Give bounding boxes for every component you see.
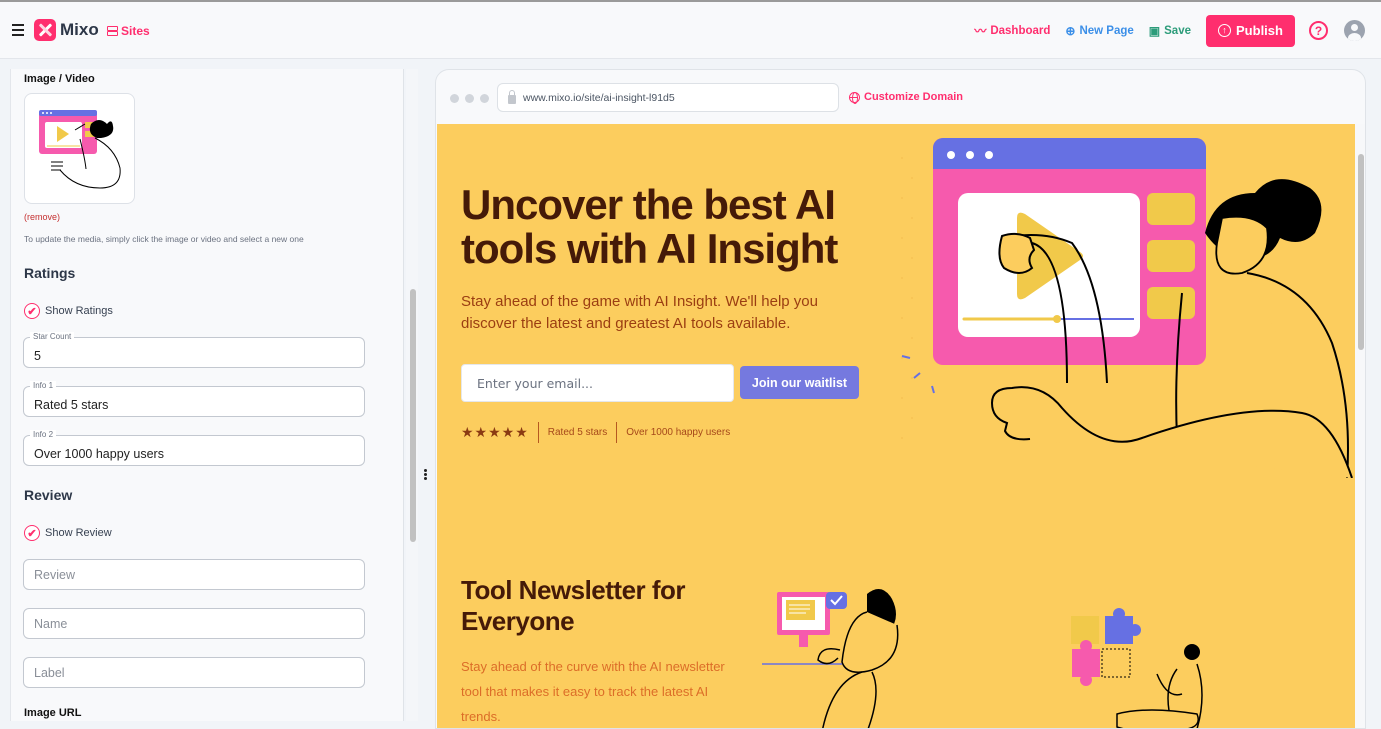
show-review-label: Show Review <box>45 527 112 539</box>
remove-media-link[interactable]: (remove) <box>24 212 60 222</box>
info2-field[interactable]: Info 2 <box>23 430 365 466</box>
mixo-logo[interactable]: Mixo <box>34 19 99 41</box>
panel-resize-handle[interactable] <box>424 469 428 481</box>
star-rating-icons: ★★★★★ <box>461 423 529 440</box>
divider <box>616 421 618 443</box>
new-page-link[interactable]: ⊕ New Page <box>1065 24 1133 38</box>
site-preview-window: www.mixo.io/site/ai-insight-l91d5 Custom… <box>435 69 1366 729</box>
star-count-field[interactable]: Star Count <box>23 332 365 368</box>
email-input[interactable] <box>461 364 734 402</box>
window-dots <box>450 94 495 103</box>
sites-icon <box>107 26 118 36</box>
label-input[interactable] <box>24 658 364 687</box>
plus-circle-icon: ⊕ <box>1065 23 1076 38</box>
globe-icon <box>849 91 860 104</box>
show-review-checkbox[interactable]: ✔ Show Review <box>24 525 112 541</box>
chart-line-icon: 〰 <box>974 24 987 38</box>
review-section-title: Review <box>24 487 73 503</box>
save-label: Save <box>1164 24 1191 37</box>
star-count-input[interactable] <box>24 338 364 367</box>
divider <box>537 421 539 443</box>
review-field[interactable] <box>23 559 365 590</box>
name-field[interactable] <box>23 608 365 639</box>
editor-panel: Image / Video (remove) To update the med… <box>10 69 404 721</box>
hero-title: Uncover the best AI tools with AI Insigh… <box>461 181 838 272</box>
publish-label: Publish <box>1236 23 1283 38</box>
hero-illustration <box>901 138 1353 478</box>
info2-input[interactable] <box>24 436 364 465</box>
publish-button[interactable]: ↑ Publish <box>1206 14 1295 47</box>
editor-scrollbar-thumb[interactable] <box>410 289 416 542</box>
customize-domain-label: Customize Domain <box>864 91 964 103</box>
customize-domain-link[interactable]: Customize Domain <box>849 91 964 104</box>
sites-link[interactable]: Sites <box>107 24 150 38</box>
section2-text: Stay ahead of the curve with the AI news… <box>461 659 725 724</box>
join-waitlist-button[interactable]: Join our waitlist <box>740 366 859 399</box>
show-ratings-checkbox[interactable]: ✔ Show Ratings <box>24 303 113 319</box>
show-ratings-label: Show Ratings <box>45 305 113 317</box>
hero-subtitle: Stay ahead of the game with AI Insight. … <box>461 293 818 332</box>
review-input[interactable] <box>24 560 364 589</box>
menu-icon[interactable] <box>12 24 24 36</box>
site-url: www.mixo.io/site/ai-insight-l91d5 <box>523 91 675 104</box>
dashboard-link[interactable]: 〰 Dashboard <box>974 22 1050 39</box>
rating-info2: Over 1000 happy users <box>626 426 731 438</box>
app-name: Mixo <box>60 20 99 39</box>
label-field[interactable] <box>23 657 365 688</box>
newsletter-illustration <box>762 589 899 728</box>
user-avatar-icon[interactable] <box>1344 20 1365 41</box>
rating-info1: Rated 5 stars <box>547 426 608 438</box>
top-nav-actions: 〰 Dashboard ⊕ New Page ▣ Save ↑ Publish … <box>974 2 1381 59</box>
name-input[interactable] <box>24 609 364 638</box>
info1-label: Info 1 <box>30 381 57 391</box>
media-thumbnail[interactable] <box>24 93 135 204</box>
section2-title: Tool Newsletter for Everyone <box>461 575 686 636</box>
url-bar[interactable]: www.mixo.io/site/ai-insight-l91d5 <box>497 83 839 112</box>
media-hint-text: To update the media, simply click the im… <box>24 234 304 244</box>
star-count-label: Star Count <box>30 332 75 342</box>
info1-field[interactable]: Info 1 <box>23 381 365 417</box>
puzzle-illustration <box>1071 608 1203 728</box>
lock-icon <box>508 90 516 104</box>
site-preview: Uncover the best AI tools with AI Insigh… <box>437 124 1355 728</box>
upload-circle-icon: ↑ <box>1218 24 1232 37</box>
check-icon: ✔ <box>24 525 40 541</box>
info2-label: Info 2 <box>30 430 57 440</box>
save-link[interactable]: ▣ Save <box>1149 24 1191 38</box>
mixo-logo-icon <box>34 19 56 41</box>
top-bar: Mixo Sites 〰 Dashboard ⊕ New Page ▣ Save… <box>0 0 1381 59</box>
image-url-label: Image URL <box>24 707 82 719</box>
new-page-label: New Page <box>1079 24 1134 37</box>
check-icon: ✔ <box>24 303 40 319</box>
media-section-label: Image / Video <box>24 73 95 85</box>
illustration-thumbnail <box>39 110 121 189</box>
sites-label: Sites <box>121 24 150 38</box>
ratings-section-title: Ratings <box>24 265 76 281</box>
dashboard-label: Dashboard <box>990 24 1051 37</box>
preview-scrollbar-thumb[interactable] <box>1358 154 1364 350</box>
help-icon[interactable]: ? <box>1309 21 1328 40</box>
hero-rating-row: ★★★★★ Rated 5 stars Over 1000 happy user… <box>461 421 730 443</box>
info1-input[interactable] <box>24 387 364 416</box>
floppy-disk-icon: ▣ <box>1148 23 1161 38</box>
